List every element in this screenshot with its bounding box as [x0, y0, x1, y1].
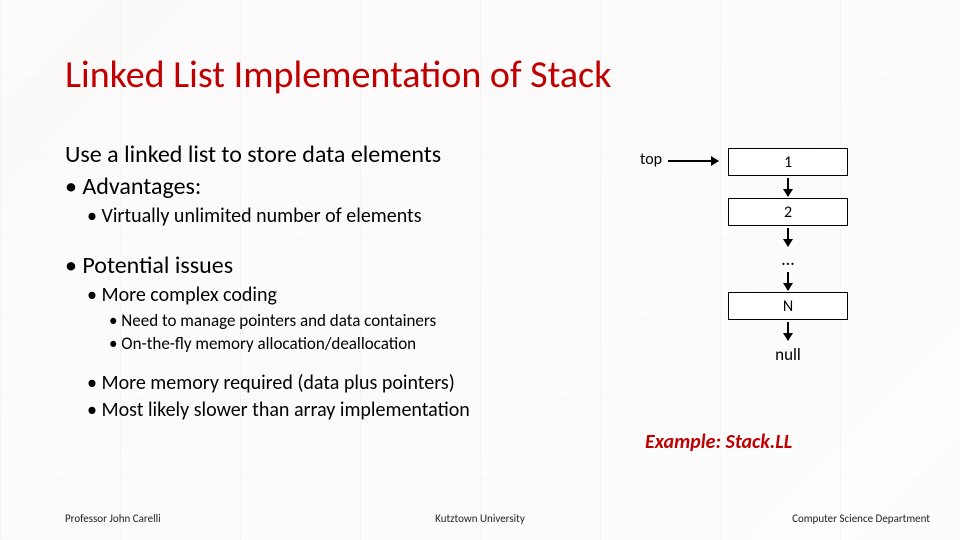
- footer: Professor John Carelli Kutztown Universi…: [0, 512, 960, 532]
- bullet-issues: • Potential issues: [65, 251, 585, 281]
- node-column: 1 2 … N null: [728, 148, 848, 365]
- footer-right: Computer Science Department: [792, 512, 930, 525]
- bullet-issue-2: • More memory required (data plus pointe…: [87, 371, 585, 396]
- slide: Linked List Implementation of Stack Use …: [0, 0, 960, 540]
- slide-body: Use a linked list to store data elements…: [65, 140, 585, 425]
- arrow-right-icon: [668, 160, 718, 162]
- slide-title: Linked List Implementation of Stack: [65, 52, 611, 98]
- ellipsis: …: [782, 248, 794, 270]
- arrow-down-icon: [787, 272, 789, 290]
- bullet-issue-3: • Most likely slower than array implemen…: [87, 398, 585, 423]
- node-n: N: [728, 292, 848, 320]
- node-1: 1: [728, 148, 848, 176]
- arrow-down-icon: [787, 178, 789, 196]
- example-label: Example: Stack.LL: [645, 430, 792, 454]
- node-2: 2: [728, 198, 848, 226]
- body-line: Use a linked list to store data elements: [65, 140, 585, 170]
- bullet-advantages: • Advantages:: [65, 172, 585, 202]
- arrow-down-icon: [787, 228, 789, 246]
- top-label: top: [640, 150, 662, 169]
- bullet-issue-1: • More complex coding: [87, 283, 585, 308]
- bullet-adv-1: • Virtually unlimited number of elements: [87, 204, 585, 229]
- bullet-issue-1a: • Need to manage pointers and data conta…: [109, 310, 585, 331]
- arrow-down-icon: [787, 322, 789, 340]
- null-label: null: [775, 344, 801, 365]
- bullet-issue-1b: • On-the-fly memory allocation/deallocat…: [109, 333, 585, 354]
